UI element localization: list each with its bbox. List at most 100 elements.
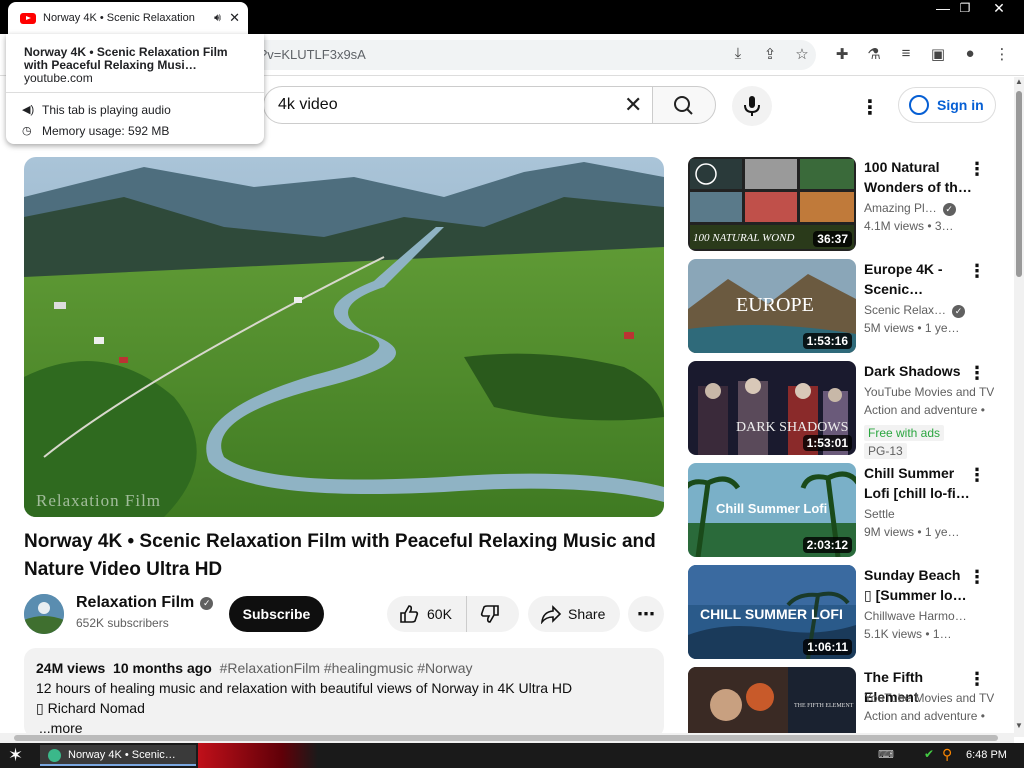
install-app-icon[interactable]: ⤓ xyxy=(728,45,748,62)
recommendation-channel[interactable]: YouTube Movies and TV xyxy=(864,691,994,705)
free-with-ads-badge: Free with ads xyxy=(864,425,945,441)
recommendation-stats: Action and adventure • xyxy=(864,403,985,417)
channel-name-text: Relaxation Film xyxy=(76,594,195,611)
voice-search-button[interactable] xyxy=(732,86,772,126)
audio-playing-icon[interactable]: 🔊︎ xyxy=(214,12,221,25)
video-duration: 1:06:11 xyxy=(803,639,852,655)
profile-avatar-icon[interactable]: ● xyxy=(960,45,980,62)
recommendation-menu-icon[interactable]: ⋮ xyxy=(968,363,986,383)
recommendation-menu-icon[interactable]: ⋮ xyxy=(968,261,986,281)
bookmark-star-icon[interactable]: ☆ xyxy=(792,45,812,63)
recommendation-thumbnail[interactable]: Chill Summer Lofi 2:03:12 xyxy=(688,463,856,557)
taskbar-app-button[interactable]: Norway 4K • Scenic… xyxy=(40,745,196,766)
recommendation-title[interactable]: Europe 4K - Scenic… xyxy=(864,259,972,299)
share-page-icon[interactable]: ⇪ xyxy=(760,45,780,63)
recommendation-item[interactable]: EUROPE 1:53:16 Europe 4K - Scenic… Sceni… xyxy=(688,259,998,354)
recommendation-channel[interactable]: Settle xyxy=(864,507,994,521)
clear-search-icon[interactable]: ✕ xyxy=(624,94,642,116)
recommendation-menu-icon[interactable]: ⋮ xyxy=(968,465,986,485)
recommendation-thumbnail[interactable]: CHILL SUMMER LOFI 1:06:11 xyxy=(688,565,856,659)
video-player[interactable]: Relaxation Film xyxy=(24,157,664,517)
video-duration: 1:53:01 xyxy=(802,435,852,451)
recommendation-item[interactable]: THE FIFTH ELEMENT The Fifth Element YouT… xyxy=(688,667,998,733)
recommendation-channel[interactable]: Amazing Pl… ✓ xyxy=(864,201,994,216)
video-watermark: Relaxation Film xyxy=(36,491,162,510)
search-icon xyxy=(674,96,693,115)
recommendation-thumbnail[interactable]: THE FIFTH ELEMENT xyxy=(688,667,856,733)
tab-close-icon[interactable]: ✕ xyxy=(229,10,240,26)
like-button[interactable]: 60K xyxy=(387,596,467,632)
hashtags[interactable]: #RelaxationFilm #healingmusic #Norway xyxy=(220,660,473,676)
video-duration: 2:03:12 xyxy=(802,537,852,553)
channel-text: Amazing Pl… xyxy=(864,201,937,215)
sign-in-button[interactable]: Sign in xyxy=(898,87,996,123)
thumbnail-text: THE FIFTH ELEMENT xyxy=(794,703,854,709)
hover-card-audio: This tab is playing audio xyxy=(42,103,171,117)
recommendation-stats: 4.1M views • 3… xyxy=(864,219,954,233)
recommendation-title[interactable]: Chill Summer Lofi [chill lo-fi… xyxy=(864,463,972,503)
description-box[interactable]: 24M views 10 months ago #RelaxationFilm … xyxy=(24,648,664,738)
more-actions-button[interactable]: ⋯ xyxy=(628,596,664,632)
search-tray-icon[interactable]: ⚲ xyxy=(942,746,952,763)
description-line-2: ▯ Richard Nomad xyxy=(36,700,145,716)
recommendation-title[interactable]: Dark Shadows xyxy=(864,361,972,381)
vertical-scrollbar[interactable]: ▲ ▼ xyxy=(1014,77,1024,737)
share-button[interactable]: Share xyxy=(528,596,620,632)
recommendation-channel[interactable]: Scenic Relax… ✓ xyxy=(864,303,994,318)
channel-text: Scenic Relax… xyxy=(864,303,947,317)
network-icon[interactable]: ✔ xyxy=(924,747,934,761)
browser-menu-icon[interactable]: ⋮ xyxy=(992,45,1012,63)
dislike-button[interactable] xyxy=(467,596,519,632)
verified-check-icon: ✓ xyxy=(200,596,214,610)
recommendation-title[interactable]: 100 Natural Wonders of th… xyxy=(864,157,972,197)
subscribe-button[interactable]: Subscribe xyxy=(229,596,324,632)
recommendation-menu-icon[interactable]: ⋮ xyxy=(968,159,986,179)
recommendation-thumbnail[interactable]: EUROPE 1:53:16 xyxy=(688,259,856,353)
scroll-up-icon[interactable]: ▲ xyxy=(1015,77,1023,86)
recommendation-title[interactable]: Sunday Beach ▯ [Summer lo… xyxy=(864,565,972,605)
keyboard-icon[interactable]: ⌨ xyxy=(878,748,894,761)
media-queue-icon[interactable]: ≡ xyxy=(896,45,916,62)
recommendation-item[interactable]: 100 NATURAL WOND 36:37 100 Natural Wonde… xyxy=(688,157,998,252)
extensions-puzzle-icon[interactable]: ✚ xyxy=(832,45,852,63)
labs-flask-icon[interactable]: ⚗ xyxy=(864,45,884,63)
recommendation-menu-icon[interactable]: ⋮ xyxy=(968,669,986,689)
video-duration: 1:53:16 xyxy=(802,333,852,349)
system-clock: 6:48 PM xyxy=(966,749,1007,761)
close-window-button[interactable]: ✕ xyxy=(982,0,1016,18)
browser-app-icon xyxy=(48,749,61,762)
horizontal-scrollbar[interactable] xyxy=(0,733,1014,743)
recommendation-item[interactable]: DARK SHADOWS 1:53:01 Dark Shadows YouTub… xyxy=(688,361,998,459)
thumbnail-text: CHILL SUMMER LOFI xyxy=(700,606,843,622)
recommendation-item[interactable]: Chill Summer Lofi 2:03:12 Chill Summer L… xyxy=(688,463,998,558)
upload-age: 10 months ago xyxy=(113,660,212,676)
recommendation-stats: 5M views • 1 ye… xyxy=(864,321,960,335)
search-button[interactable] xyxy=(652,86,716,124)
restore-button[interactable]: ❐ xyxy=(948,0,982,18)
start-menu-icon[interactable]: ✶ xyxy=(8,745,23,766)
rating-badge: PG-13 xyxy=(864,443,907,459)
more-horizontal-icon: ⋯ xyxy=(637,603,655,624)
channel-avatar[interactable] xyxy=(24,594,64,634)
browser-tab[interactable]: Norway 4K • Scenic Relaxation 🔊︎ ✕ xyxy=(8,2,248,34)
settings-menu-icon[interactable]: ⋮ xyxy=(860,95,880,120)
description-line-1: 12 hours of healing music and relaxation… xyxy=(36,680,573,696)
side-panel-icon[interactable]: ▣ xyxy=(928,45,948,63)
thumbnail-text: 100 NATURAL WOND xyxy=(693,232,795,244)
recommendation-stats: Action and adventure • xyxy=(864,709,985,723)
recommendation-channel[interactable]: YouTube Movies and TV xyxy=(864,385,994,399)
recommendation-menu-icon[interactable]: ⋮ xyxy=(968,567,986,587)
recommendation-item[interactable]: CHILL SUMMER LOFI 1:06:11 Sunday Beach ▯… xyxy=(688,565,998,660)
scroll-down-icon[interactable]: ▼ xyxy=(1015,721,1023,730)
search-input[interactable]: 4k video xyxy=(263,86,653,124)
hover-card-domain: youtube.com xyxy=(24,71,93,85)
like-count: 60K xyxy=(427,606,452,622)
taskbar-decoration xyxy=(198,743,318,768)
scrollbar-thumb[interactable] xyxy=(14,735,998,741)
recommendation-channel[interactable]: Chillwave Harmo… xyxy=(864,609,994,623)
channel-name[interactable]: Relaxation Film ✓ xyxy=(76,594,214,612)
scrollbar-thumb[interactable] xyxy=(1016,91,1022,277)
recommendation-thumbnail[interactable]: DARK SHADOWS 1:53:01 xyxy=(688,361,856,455)
video-frame xyxy=(24,157,664,517)
recommendation-thumbnail[interactable]: 100 NATURAL WOND 36:37 xyxy=(688,157,856,251)
